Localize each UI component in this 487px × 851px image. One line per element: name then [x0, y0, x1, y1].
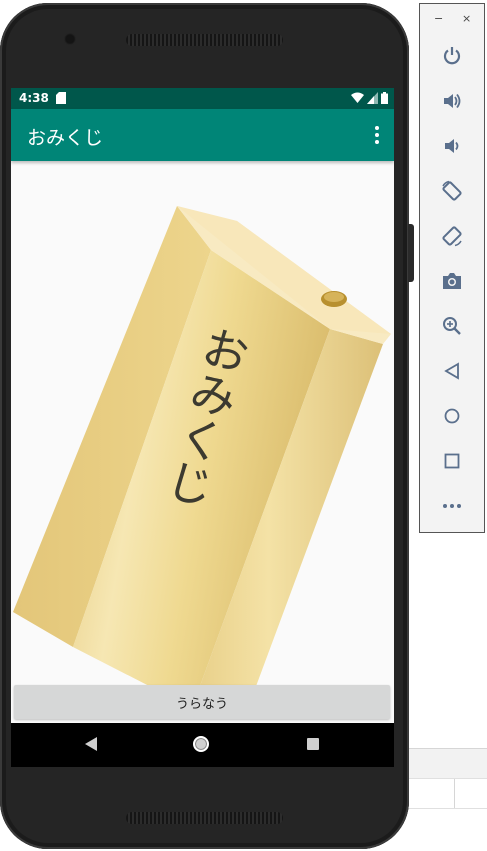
front-camera [64, 33, 76, 45]
camera-icon [443, 273, 461, 289]
system-icons [351, 92, 388, 104]
minimize-button[interactable]: − [434, 12, 443, 25]
power-button[interactable] [436, 40, 468, 72]
screenshot-button[interactable] [436, 265, 468, 297]
app-bar: おみくじ [11, 109, 394, 161]
phone-side-button [408, 224, 414, 282]
volume-up-icon [444, 93, 461, 109]
ide-panel-strip [400, 748, 487, 779]
more-horizontal-icon [443, 504, 461, 508]
earpiece-speaker [126, 34, 283, 46]
back-icon[interactable] [85, 737, 97, 751]
circle-home-icon [444, 408, 460, 424]
sd-card-icon [56, 92, 66, 104]
home-icon[interactable] [193, 736, 209, 752]
emu-home-button[interactable] [436, 400, 468, 432]
emu-overview-button[interactable] [436, 445, 468, 477]
power-icon [443, 47, 461, 65]
wifi-icon [351, 92, 364, 103]
ide-divider [400, 808, 487, 809]
main-content: おみくじ [11, 161, 394, 721]
omikuji-box-image: おみくじ [13, 206, 391, 697]
status-bar: 4:38 [11, 88, 394, 109]
phone-screen: 4:38 おみくじ おみくじ うらなう [11, 88, 394, 767]
volume-down-button[interactable] [436, 130, 468, 162]
zoom-in-icon [443, 317, 461, 335]
battery-icon [381, 92, 388, 104]
overflow-menu-icon[interactable] [372, 125, 382, 145]
recents-icon[interactable] [307, 738, 319, 750]
close-button[interactable]: × [462, 12, 471, 25]
emulator-window-controls: − × [420, 12, 484, 28]
more-options-button[interactable] [436, 490, 468, 522]
cell-signal-icon [367, 92, 378, 104]
rotate-right-button[interactable] [436, 220, 468, 252]
ide-separator [454, 779, 455, 809]
bottom-speaker [126, 812, 283, 824]
triangle-back-icon [444, 362, 459, 380]
volume-up-button[interactable] [436, 85, 468, 117]
rotate-right-icon [442, 226, 462, 247]
emulator-toolbar: − × [419, 3, 485, 533]
rotate-left-button[interactable] [436, 175, 468, 207]
navigation-bar [11, 723, 394, 767]
divine-button[interactable]: うらなう [14, 685, 390, 719]
app-title: おみくじ [27, 127, 104, 149]
square-overview-icon [444, 453, 460, 469]
ide-panel-strip-2 [400, 778, 487, 809]
volume-down-icon [445, 139, 459, 153]
rotate-left-icon [442, 180, 462, 201]
phone-frame: 4:38 おみくじ おみくじ うらなう [0, 3, 409, 849]
zoom-button[interactable] [436, 310, 468, 342]
emu-back-button[interactable] [436, 355, 468, 387]
status-time: 4:38 [19, 91, 49, 105]
